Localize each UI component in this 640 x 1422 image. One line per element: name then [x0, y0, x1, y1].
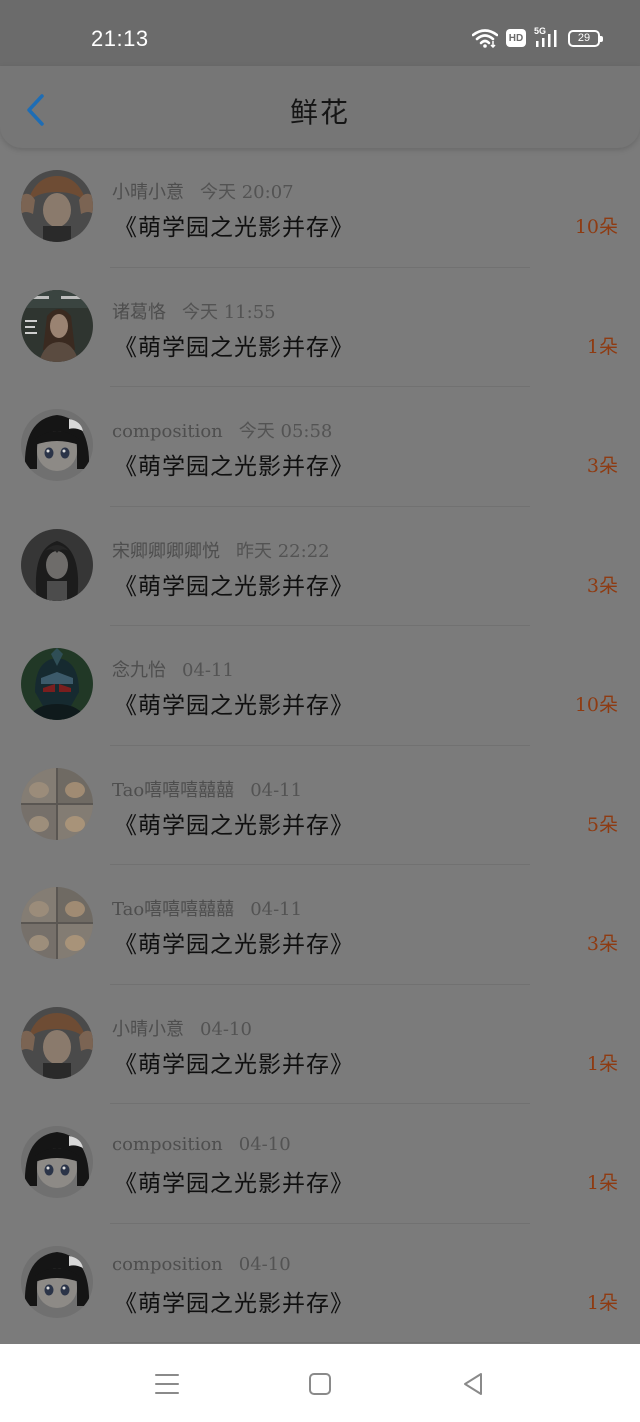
- timestamp: 昨天 22:22: [236, 540, 330, 562]
- timestamp: 04-11: [182, 660, 234, 681]
- flower-count: 3朵: [586, 455, 618, 477]
- list-item[interactable]: composition 今天 05:58 《萌学园之光影并存》 3朵: [0, 387, 640, 507]
- work-title[interactable]: 《萌学园之光影并存》: [114, 925, 354, 959]
- username[interactable]: Tao嘻嘻嘻囍囍: [112, 780, 234, 801]
- flower-count: 1朵: [586, 1172, 618, 1194]
- list-item[interactable]: 小晴小意 今天 20:07 《萌学园之光影并存》 10朵: [0, 148, 640, 268]
- avatar[interactable]: [21, 648, 93, 720]
- item-meta: 诸葛恪 今天 11:55: [112, 298, 276, 324]
- username[interactable]: composition: [112, 421, 223, 442]
- avatar[interactable]: [21, 767, 93, 840]
- timestamp: 04-11: [250, 779, 303, 801]
- header-bar: 鲜花: [0, 66, 640, 148]
- flower-count: 5朵: [586, 813, 618, 836]
- signal-5g-icon: 5G: [534, 26, 560, 48]
- menu-icon: [155, 1374, 179, 1394]
- username[interactable]: composition: [112, 1254, 223, 1275]
- flower-count: 1朵: [586, 335, 618, 358]
- timestamp: 今天 05:58: [238, 421, 333, 442]
- home-button[interactable]: [302, 1366, 338, 1402]
- nav-back-button[interactable]: [455, 1366, 491, 1402]
- avatar[interactable]: [21, 887, 93, 959]
- username[interactable]: 念九怡: [112, 660, 166, 681]
- list-item[interactable]: 小晴小意 04-10 《萌学园之光影并存》 1朵: [0, 985, 640, 1105]
- avatar[interactable]: [21, 528, 93, 601]
- hd-label: HD: [508, 32, 524, 44]
- flower-count: 10朵: [574, 694, 618, 716]
- item-meta: Tao嘻嘻嘻囍囍 04-11: [112, 895, 302, 921]
- item-meta: 念九怡 04-11: [112, 656, 234, 682]
- avatar[interactable]: [21, 170, 93, 242]
- page-title: 鲜花: [289, 96, 350, 129]
- work-title[interactable]: 《萌学园之光影并存》: [114, 208, 354, 242]
- username[interactable]: 宋卿卿卿卿悦: [112, 541, 220, 562]
- work-title[interactable]: 《萌学园之光影并存》: [114, 567, 354, 601]
- list-item[interactable]: 宋卿卿卿卿悦 昨天 22:22 《萌学园之光影并存》 3朵: [0, 507, 640, 627]
- item-meta: 小晴小意 今天 20:07: [112, 178, 294, 204]
- flower-count: 3朵: [586, 933, 618, 955]
- item-meta: composition 04-10: [112, 1254, 291, 1275]
- username[interactable]: 小晴小意: [112, 182, 184, 203]
- item-meta: 小晴小意 04-10: [112, 1015, 252, 1041]
- back-triangle-icon: [464, 1373, 482, 1395]
- timestamp: 04-10: [238, 1134, 291, 1155]
- flower-list: 小晴小意 今天 20:07 《萌学园之光影并存》 10朵 诸葛恪 今天 11:55 …: [0, 148, 640, 1343]
- work-title[interactable]: 《萌学园之光影并存》: [114, 686, 354, 720]
- item-meta: 宋卿卿卿卿悦 昨天 22:22: [112, 537, 330, 563]
- avatar[interactable]: [21, 409, 93, 481]
- hd-icon: HD: [506, 29, 526, 47]
- item-meta: composition 今天 05:58: [112, 417, 332, 443]
- username[interactable]: 诸葛恪: [112, 302, 166, 323]
- list-item[interactable]: 念九怡 04-11 《萌学园之光影并存》 10朵: [0, 626, 640, 746]
- item-meta: Tao嘻嘻嘻囍囍 04-11: [112, 776, 302, 802]
- menu-button[interactable]: [149, 1366, 185, 1402]
- work-title[interactable]: 《萌学园之光影并存》: [114, 1284, 354, 1318]
- item-meta: composition 04-10: [112, 1134, 291, 1155]
- work-title[interactable]: 《萌学园之光影并存》: [114, 806, 354, 840]
- list-item[interactable]: composition 04-10 《萌学园之光影并存》 1朵: [0, 1104, 640, 1224]
- timestamp: 今天 20:07: [200, 182, 294, 203]
- home-square-icon: [309, 1373, 331, 1395]
- list-item[interactable]: composition 04-10 《萌学园之光影并存》 1朵: [0, 1224, 640, 1344]
- system-nav-bar: [0, 1344, 640, 1422]
- avatar[interactable]: [21, 1006, 93, 1079]
- list-item[interactable]: 诸葛恪 今天 11:55 《萌学园之光影并存》 1朵: [0, 268, 640, 388]
- work-title[interactable]: 《萌学园之光影并存》: [114, 328, 354, 362]
- wifi-icon: [472, 28, 498, 48]
- work-title[interactable]: 《萌学园之光影并存》: [114, 1045, 354, 1079]
- username[interactable]: composition: [112, 1134, 223, 1155]
- timestamp: 04-11: [250, 899, 303, 920]
- flower-count: 10朵: [574, 216, 618, 238]
- status-time: 21:13: [91, 26, 149, 51]
- battery-icon: 29: [568, 29, 603, 47]
- work-title[interactable]: 《萌学园之光影并存》: [114, 1164, 354, 1198]
- status-bar: 21:13 HD 5G 29: [0, 0, 640, 66]
- avatar[interactable]: [21, 1245, 93, 1318]
- username[interactable]: Tao嘻嘻嘻囍囍: [112, 899, 234, 920]
- flower-count: 1朵: [586, 1052, 618, 1075]
- flower-count: 1朵: [586, 1291, 618, 1314]
- timestamp: 04-10: [200, 1018, 252, 1040]
- work-title[interactable]: 《萌学园之光影并存》: [114, 447, 354, 481]
- status-icons: HD 5G 29: [472, 26, 603, 48]
- battery-level: 29: [577, 32, 591, 44]
- list-item[interactable]: Tao嘻嘻嘻囍囍 04-11 《萌学园之光影并存》 5朵: [0, 746, 640, 866]
- timestamp: 今天 11:55: [182, 301, 276, 323]
- avatar[interactable]: [21, 289, 93, 362]
- username[interactable]: 小晴小意: [112, 1019, 184, 1040]
- avatar[interactable]: [21, 1126, 93, 1198]
- list-item[interactable]: Tao嘻嘻嘻囍囍 04-11 《萌学园之光影并存》 3朵: [0, 865, 640, 985]
- timestamp: 04-10: [238, 1253, 291, 1275]
- flower-count: 3朵: [586, 574, 618, 597]
